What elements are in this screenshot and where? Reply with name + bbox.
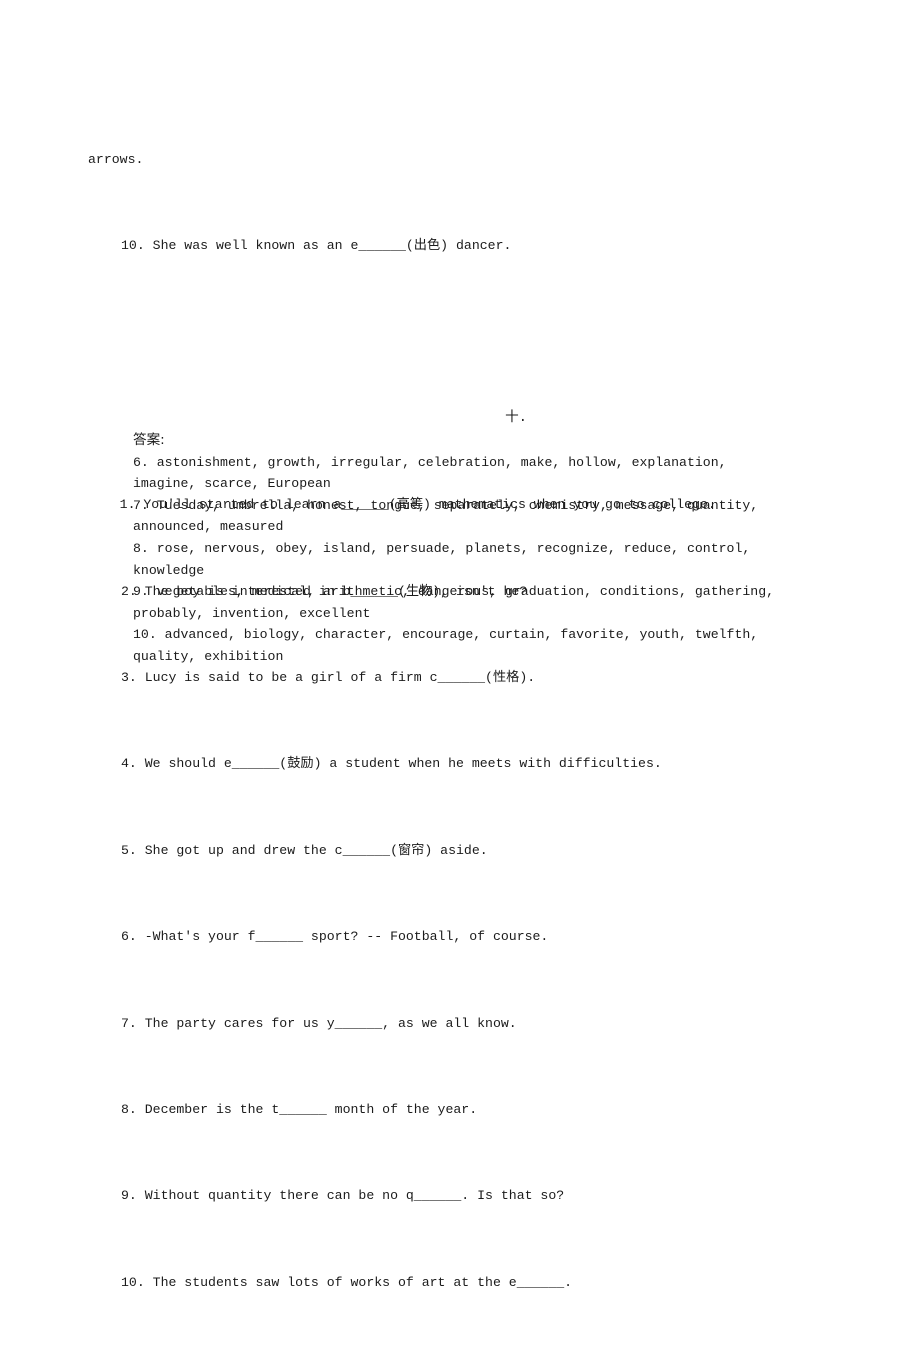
document-page: arrows. 10. She was well known as an e__… xyxy=(0,0,920,1302)
answer-group-9: 9. vegetables, medical, arithmetic, dang… xyxy=(133,584,782,621)
question-item-3: 3. Lucy is said to be a girl of a firm c… xyxy=(121,670,536,686)
worksheet-body: arrows. 10. She was well known as an e__… xyxy=(88,84,794,1358)
question-item-7: 7. The party cares for us y______, as we… xyxy=(121,1015,517,1031)
question-item-10: 10. The students saw lots of works of ar… xyxy=(121,1274,573,1290)
section-heading: 十. xyxy=(505,410,527,426)
continuation-fragment: arrows. xyxy=(88,151,144,167)
previous-section-item-10: 10. She was well known as an e______(出色)… xyxy=(121,238,512,254)
answer-group-6: 6. astonishment, growth, irregular, cele… xyxy=(133,454,735,492)
answers-section: 答案: 6. astonishment, growth, irregular, … xyxy=(133,430,793,668)
question-item-4: 4. We should e______(鼓励) a student when … xyxy=(121,756,662,772)
question-indent xyxy=(88,497,120,512)
answer-group-8: 8. rose, nervous, obey, island, persuade… xyxy=(133,540,759,578)
question-item-8: 8. December is the t______ month of the … xyxy=(121,1101,478,1117)
answer-group-7: 7. Tuesday, umbrella, honest, tongue, se… xyxy=(133,497,767,535)
answer-group-10: 10. advanced, biology, character, encour… xyxy=(133,627,767,664)
answers-header: 答案: xyxy=(133,432,165,448)
question-item-6: 6. -What's your f______ sport? -- Footba… xyxy=(121,929,549,945)
question-item-5: 5. She got up and drew the c______(窗帘) a… xyxy=(121,842,488,858)
question-item-9: 9. Without quantity there can be no q___… xyxy=(121,1188,565,1204)
